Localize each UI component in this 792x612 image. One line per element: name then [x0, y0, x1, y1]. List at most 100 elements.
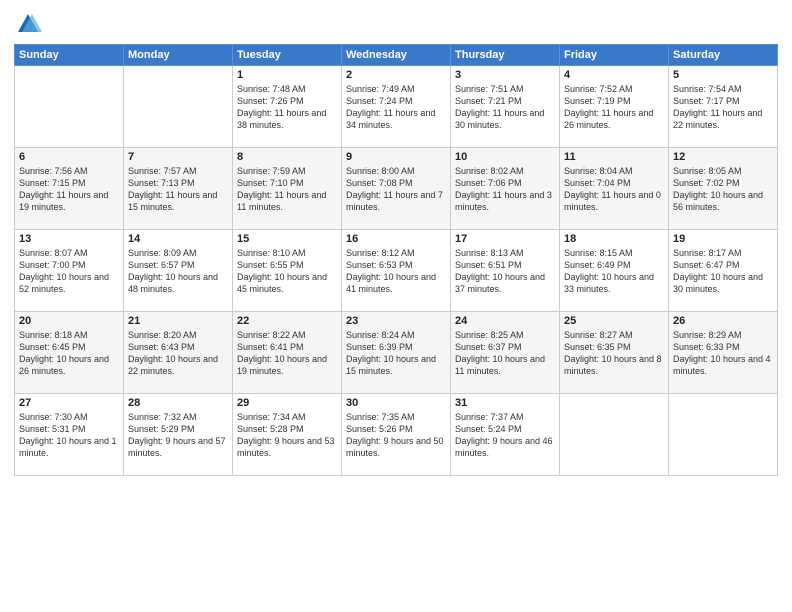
calendar-cell: 17Sunrise: 8:13 AM Sunset: 6:51 PM Dayli…: [451, 230, 560, 312]
day-number: 2: [346, 69, 446, 81]
weekday-header: Saturday: [669, 45, 778, 66]
day-number: 23: [346, 315, 446, 327]
calendar-week-row: 27 Sunrise: 7:30 AM Sunset: 5:31 PM Dayli…: [15, 394, 778, 476]
day-number: 21: [128, 315, 228, 327]
cell-info: Sunrise: 8:09 AM Sunset: 6:57 PM Dayligh…: [128, 247, 228, 296]
calendar-cell: 19 Sunrise: 8:17 AM Sunset: 6:47 PM Dayli…: [669, 230, 778, 312]
day-number: 6: [19, 151, 119, 163]
day-number: 3: [455, 69, 555, 81]
calendar-cell: [124, 66, 233, 148]
cell-info: Sunrise: 8:04 AM Sunset: 7:04 PM Dayligh…: [564, 165, 664, 214]
day-number: 11: [564, 151, 664, 163]
cell-info: Sunrise: 8:12 AM Sunset: 6:53 PM Dayligh…: [346, 247, 446, 296]
cell-info: Sunrise: 7:34 AM Sunset: 5:28 PM Dayligh…: [237, 411, 337, 460]
day-number: 31: [455, 397, 555, 409]
calendar-cell: 28Sunrise: 7:32 AM Sunset: 5:29 PM Dayli…: [124, 394, 233, 476]
cell-info: Sunrise: 7:54 AM Sunset: 7:17 PM Dayligh…: [673, 83, 773, 132]
calendar-cell: 13 Sunrise: 8:07 AM Sunset: 7:00 PM Dayli…: [15, 230, 124, 312]
day-number: 22: [237, 315, 337, 327]
calendar-week-row: 20 Sunrise: 8:18 AM Sunset: 6:45 PM Dayli…: [15, 312, 778, 394]
cell-info: Sunrise: 8:25 AM Sunset: 6:37 PM Dayligh…: [455, 329, 555, 378]
day-number: 14: [128, 233, 228, 245]
day-number: 5: [673, 69, 773, 81]
cell-info: Sunrise: 8:07 AM Sunset: 7:00 PM Dayligh…: [19, 247, 119, 296]
calendar-week-row: 1Sunrise: 7:48 AM Sunset: 7:26 PM Daylig…: [15, 66, 778, 148]
day-number: 29: [237, 397, 337, 409]
calendar-cell: 12 Sunrise: 8:05 AM Sunset: 7:02 PM Dayli…: [669, 148, 778, 230]
calendar-cell: 31 Sunrise: 7:37 AM Sunset: 5:24 PM Dayli…: [451, 394, 560, 476]
day-number: 8: [237, 151, 337, 163]
weekday-header: Thursday: [451, 45, 560, 66]
cell-info: Sunrise: 8:18 AM Sunset: 6:45 PM Dayligh…: [19, 329, 119, 378]
day-number: 1: [237, 69, 337, 81]
day-number: 25: [564, 315, 664, 327]
day-number: 12: [673, 151, 773, 163]
weekday-header: Tuesday: [233, 45, 342, 66]
weekday-header: Wednesday: [342, 45, 451, 66]
cell-info: Sunrise: 8:22 AM Sunset: 6:41 PM Dayligh…: [237, 329, 337, 378]
calendar-cell: 20 Sunrise: 8:18 AM Sunset: 6:45 PM Dayli…: [15, 312, 124, 394]
cell-info: Sunrise: 8:00 AM Sunset: 7:08 PM Dayligh…: [346, 165, 446, 214]
calendar-cell: 16 Sunrise: 8:12 AM Sunset: 6:53 PM Dayli…: [342, 230, 451, 312]
calendar-cell: 24 Sunrise: 8:25 AM Sunset: 6:37 PM Dayli…: [451, 312, 560, 394]
day-number: 26: [673, 315, 773, 327]
calendar-cell: [15, 66, 124, 148]
weekday-header: Monday: [124, 45, 233, 66]
cell-info: Sunrise: 8:05 AM Sunset: 7:02 PM Dayligh…: [673, 165, 773, 214]
calendar-cell: 3 Sunrise: 7:51 AM Sunset: 7:21 PM Daylig…: [451, 66, 560, 148]
calendar-cell: [560, 394, 669, 476]
calendar-cell: 7 Sunrise: 7:57 AM Sunset: 7:13 PM Daylig…: [124, 148, 233, 230]
calendar-cell: 2 Sunrise: 7:49 AM Sunset: 7:24 PM Daylig…: [342, 66, 451, 148]
cell-info: Sunrise: 8:15 AM Sunset: 6:49 PM Dayligh…: [564, 247, 664, 296]
calendar-cell: 6Sunrise: 7:56 AM Sunset: 7:15 PM Daylig…: [15, 148, 124, 230]
cell-info: Sunrise: 7:51 AM Sunset: 7:21 PM Dayligh…: [455, 83, 555, 132]
cell-info: Sunrise: 7:49 AM Sunset: 7:24 PM Dayligh…: [346, 83, 446, 132]
day-number: 20: [19, 315, 119, 327]
logo: [14, 10, 46, 38]
calendar-cell: 11 Sunrise: 8:04 AM Sunset: 7:04 PM Dayli…: [560, 148, 669, 230]
cell-info: Sunrise: 8:20 AM Sunset: 6:43 PM Dayligh…: [128, 329, 228, 378]
cell-info: Sunrise: 7:30 AM Sunset: 5:31 PM Dayligh…: [19, 411, 119, 460]
cell-info: Sunrise: 7:57 AM Sunset: 7:13 PM Dayligh…: [128, 165, 228, 214]
weekday-header: Sunday: [15, 45, 124, 66]
calendar-cell: 10 Sunrise: 8:02 AM Sunset: 7:06 PM Dayli…: [451, 148, 560, 230]
day-number: 7: [128, 151, 228, 163]
calendar-cell: 5 Sunrise: 7:54 AM Sunset: 7:17 PM Daylig…: [669, 66, 778, 148]
calendar-cell: 27 Sunrise: 7:30 AM Sunset: 5:31 PM Dayli…: [15, 394, 124, 476]
day-number: 9: [346, 151, 446, 163]
calendar-cell: 30 Sunrise: 7:35 AM Sunset: 5:26 PM Dayli…: [342, 394, 451, 476]
cell-info: Sunrise: 7:32 AM Sunset: 5:29 PM Dayligh…: [128, 411, 228, 460]
calendar-cell: [669, 394, 778, 476]
day-number: 19: [673, 233, 773, 245]
cell-info: Sunrise: 8:17 AM Sunset: 6:47 PM Dayligh…: [673, 247, 773, 296]
day-number: 16: [346, 233, 446, 245]
calendar-cell: 14 Sunrise: 8:09 AM Sunset: 6:57 PM Dayli…: [124, 230, 233, 312]
weekday-header: Friday: [560, 45, 669, 66]
cell-info: Sunrise: 7:52 AM Sunset: 7:19 PM Dayligh…: [564, 83, 664, 132]
calendar-cell: 4Sunrise: 7:52 AM Sunset: 7:19 PM Daylig…: [560, 66, 669, 148]
cell-info: Sunrise: 8:10 AM Sunset: 6:55 PM Dayligh…: [237, 247, 337, 296]
cell-info: Sunrise: 7:59 AM Sunset: 7:10 PM Dayligh…: [237, 165, 337, 214]
day-number: 17: [455, 233, 555, 245]
day-number: 18: [564, 233, 664, 245]
calendar-cell: 26Sunrise: 8:29 AM Sunset: 6:33 PM Dayli…: [669, 312, 778, 394]
day-number: 30: [346, 397, 446, 409]
calendar-header-row: SundayMondayTuesdayWednesdayThursdayFrid…: [15, 45, 778, 66]
day-number: 15: [237, 233, 337, 245]
day-number: 24: [455, 315, 555, 327]
cell-info: Sunrise: 7:35 AM Sunset: 5:26 PM Dayligh…: [346, 411, 446, 460]
cell-info: Sunrise: 7:37 AM Sunset: 5:24 PM Dayligh…: [455, 411, 555, 460]
cell-info: Sunrise: 8:02 AM Sunset: 7:06 PM Dayligh…: [455, 165, 555, 214]
cell-info: Sunrise: 8:27 AM Sunset: 6:35 PM Dayligh…: [564, 329, 664, 378]
calendar-cell: 21 Sunrise: 8:20 AM Sunset: 6:43 PM Dayli…: [124, 312, 233, 394]
calendar-week-row: 13 Sunrise: 8:07 AM Sunset: 7:00 PM Dayli…: [15, 230, 778, 312]
day-number: 13: [19, 233, 119, 245]
day-number: 10: [455, 151, 555, 163]
calendar-cell: 29 Sunrise: 7:34 AM Sunset: 5:28 PM Dayli…: [233, 394, 342, 476]
logo-icon: [14, 10, 42, 38]
calendar-cell: 1Sunrise: 7:48 AM Sunset: 7:26 PM Daylig…: [233, 66, 342, 148]
page: SundayMondayTuesdayWednesdayThursdayFrid…: [0, 0, 792, 612]
calendar-cell: 18 Sunrise: 8:15 AM Sunset: 6:49 PM Dayli…: [560, 230, 669, 312]
calendar-week-row: 6Sunrise: 7:56 AM Sunset: 7:15 PM Daylig…: [15, 148, 778, 230]
day-number: 27: [19, 397, 119, 409]
